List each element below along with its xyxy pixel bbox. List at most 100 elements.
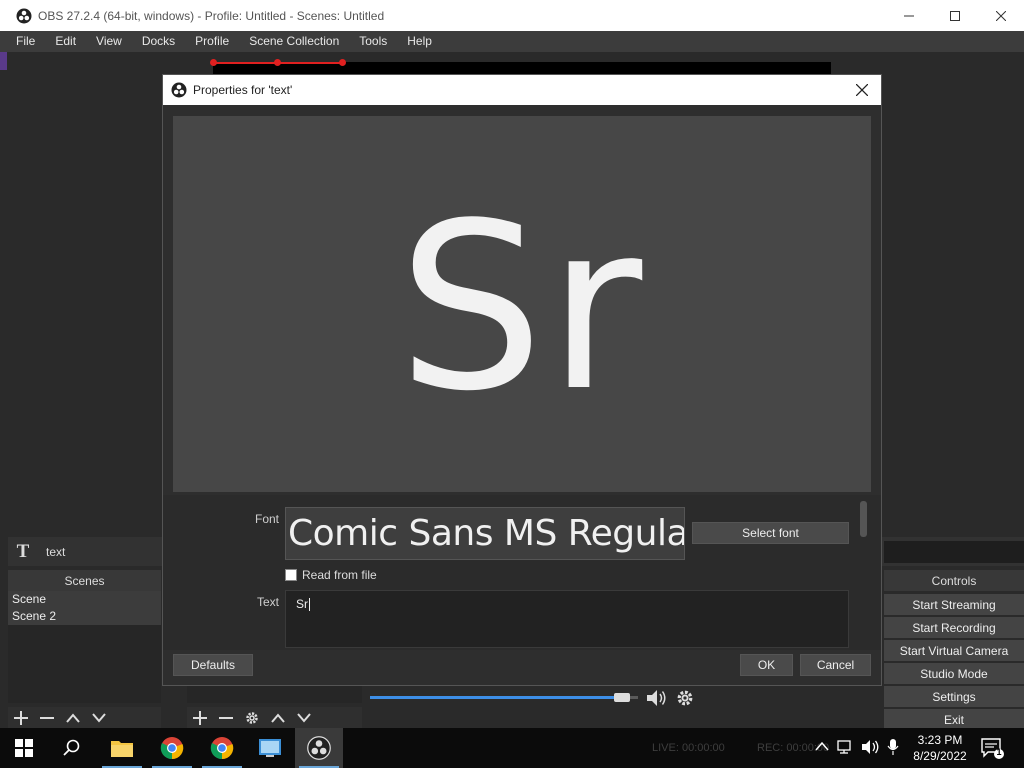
menu-bar: File Edit View Docks Profile Scene Colle… — [0, 31, 1024, 52]
system-clock[interactable]: 3:23 PM 8/29/2022 — [905, 732, 975, 764]
obs-taskbar-button[interactable] — [295, 728, 343, 768]
chevron-up-icon — [815, 741, 829, 751]
obs-logo-icon — [16, 8, 32, 24]
menu-scene-collection[interactable]: Scene Collection — [239, 31, 349, 52]
font-name: Comic Sans MS Regular — [288, 513, 685, 554]
search-button[interactable] — [48, 728, 96, 768]
chrome-button[interactable] — [148, 728, 196, 768]
plus-icon — [193, 710, 207, 725]
obs-logo-icon — [171, 82, 187, 98]
start-virtual-camera-button[interactable]: Start Virtual Camera — [884, 640, 1024, 661]
add-scene-button[interactable] — [8, 707, 34, 728]
scene-item[interactable]: Scene — [8, 591, 161, 608]
live-status: LIVE: 00:00:00 — [652, 742, 725, 754]
menu-file[interactable]: File — [6, 31, 45, 52]
read-from-file-label: Read from file — [302, 568, 377, 582]
mute-button[interactable] — [646, 689, 668, 710]
audio-mixer — [365, 686, 705, 728]
close-window-button[interactable] — [978, 0, 1024, 31]
plus-icon — [14, 710, 28, 725]
close-icon — [996, 10, 1006, 21]
chevron-up-icon — [271, 712, 285, 723]
source-name: text — [46, 544, 66, 559]
window-titlebar: OBS 27.2.4 (64-bit, windows) - Profile: … — [0, 0, 1024, 31]
chrome-profile-button[interactable] — [198, 728, 246, 768]
audio-settings-button[interactable] — [676, 689, 694, 710]
volume-slider-track[interactable] — [370, 693, 638, 702]
dialog-titlebar: Properties for 'text' — [163, 75, 881, 105]
sources-toolbar — [187, 707, 362, 728]
volume-slider-handle[interactable] — [614, 693, 630, 702]
select-font-button[interactable]: Select font — [692, 522, 849, 544]
controls-dock-header: Controls — [884, 570, 1024, 591]
move-scene-up-button[interactable] — [60, 707, 86, 728]
font-label: Font — [254, 512, 279, 526]
left-accent-strip — [0, 52, 7, 70]
menu-docks[interactable]: Docks — [132, 31, 185, 52]
move-source-up-button[interactable] — [265, 707, 291, 728]
controls-dock: Start Streaming Start Recording Start Vi… — [884, 594, 1024, 732]
gear-icon — [246, 711, 258, 724]
windows-taskbar: LIVE: 00:00:00 REC: 00:00:00 1 — [0, 728, 1024, 768]
gear-icon — [677, 690, 693, 706]
move-scene-down-button[interactable] — [86, 707, 112, 728]
defaults-button[interactable]: Defaults — [173, 654, 253, 676]
control-panel-icon — [259, 739, 281, 757]
settings-button[interactable]: Settings — [884, 686, 1024, 707]
menu-profile[interactable]: Profile — [185, 31, 239, 52]
move-source-down-button[interactable] — [291, 707, 317, 728]
chrome-icon — [160, 737, 184, 760]
start-button[interactable] — [0, 728, 48, 768]
menu-view[interactable]: View — [86, 31, 132, 52]
controls-dock-title: Controls — [931, 573, 977, 588]
notification-center-button[interactable]: 1 — [980, 736, 1004, 763]
start-streaming-button[interactable]: Start Streaming — [884, 594, 1024, 615]
menu-edit[interactable]: Edit — [45, 31, 86, 52]
remove-scene-button[interactable] — [34, 707, 60, 728]
volume-tray-icon[interactable] — [861, 739, 881, 758]
text-input[interactable]: Sr — [285, 590, 849, 648]
chevron-up-icon — [66, 712, 80, 723]
ok-button[interactable]: OK — [740, 654, 793, 676]
minimize-icon — [904, 15, 914, 16]
show-hidden-icons-button[interactable] — [815, 740, 829, 755]
minimize-button[interactable] — [886, 0, 932, 31]
microphone-icon[interactable] — [887, 738, 899, 759]
selection-handle[interactable] — [274, 59, 281, 66]
dialog-close-button[interactable] — [847, 75, 877, 105]
source-preview: Sr — [173, 116, 871, 492]
add-source-button[interactable] — [187, 707, 213, 728]
notification-count: 1 — [996, 747, 1002, 757]
source-properties-button[interactable] — [239, 707, 265, 728]
chevron-down-icon — [297, 712, 311, 723]
maximize-button[interactable] — [932, 0, 978, 31]
toolbar-right-strip — [884, 541, 1024, 563]
text-label: Text — [256, 595, 279, 609]
selection-handle[interactable] — [210, 59, 217, 66]
menu-tools[interactable]: Tools — [349, 31, 397, 52]
windows-logo-icon — [15, 739, 33, 757]
properties-scrollbar[interactable] — [860, 501, 867, 537]
network-icon[interactable] — [837, 739, 855, 758]
file-explorer-button[interactable] — [98, 728, 146, 768]
read-from-file-checkbox[interactable] — [285, 569, 297, 581]
remove-source-button[interactable] — [213, 707, 239, 728]
cancel-button[interactable]: Cancel — [800, 654, 871, 676]
clock-date: 8/29/2022 — [913, 749, 967, 763]
obs-logo-icon — [307, 736, 331, 760]
search-icon — [63, 739, 80, 756]
exit-button[interactable]: Exit — [884, 709, 1024, 730]
text-input-value: Sr — [296, 597, 308, 611]
control-panel-button[interactable] — [246, 728, 294, 768]
font-display: Comic Sans MS Regular — [285, 507, 685, 560]
start-recording-button[interactable]: Start Recording — [884, 617, 1024, 638]
scene-item[interactable]: Scene 2 — [8, 608, 161, 625]
menu-help[interactable]: Help — [397, 31, 442, 52]
properties-dialog: Properties for 'text' Sr Font Comic Sans… — [162, 74, 882, 686]
text-source-icon: T — [16, 540, 30, 562]
studio-mode-button[interactable]: Studio Mode — [884, 663, 1024, 684]
volume-slider-fill — [370, 696, 614, 699]
close-icon — [856, 84, 868, 96]
selection-handle[interactable] — [339, 59, 346, 66]
chevron-down-icon — [92, 712, 106, 723]
